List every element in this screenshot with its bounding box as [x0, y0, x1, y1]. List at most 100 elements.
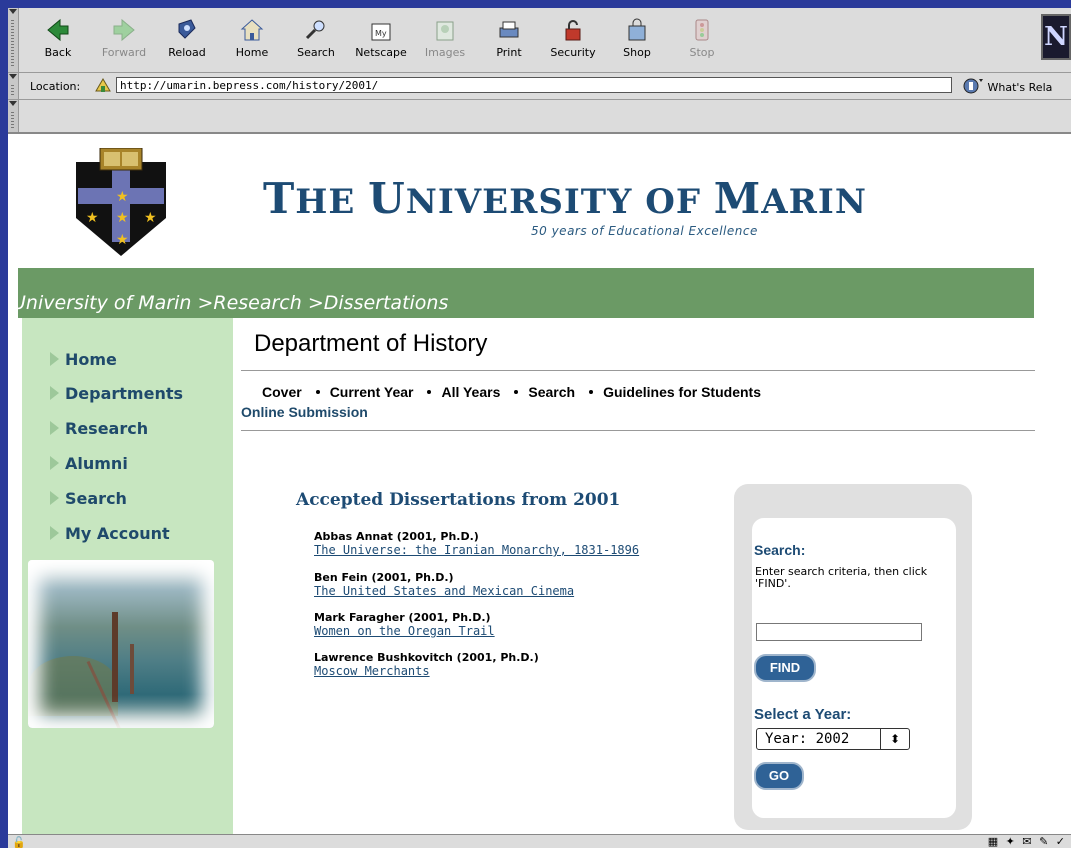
- dissertation-author: Lawrence Bushkovitch (2001, Ph.D.): [314, 651, 539, 664]
- stop-icon: [695, 19, 709, 41]
- breadcrumb-dissertations[interactable]: >Dissertations: [308, 292, 449, 314]
- divider: [241, 370, 1035, 371]
- navigation-toolbar: Back Forward Reload Home Search My Netsc…: [8, 8, 1071, 73]
- netscape-icon: My: [371, 23, 391, 41]
- whats-related-button[interactable]: What's Rela: [962, 77, 1052, 95]
- browser-window: Back Forward Reload Home Search My Netsc…: [8, 8, 1071, 848]
- dissertation-author: Abbas Annat (2001, Ph.D.): [314, 530, 479, 543]
- sidebar-item-label: Alumni: [65, 454, 128, 473]
- images-button[interactable]: Images: [422, 16, 468, 68]
- breadcrumb: University of Marin >Research >Dissertat…: [12, 292, 448, 314]
- sidebar-item-alumni[interactable]: Alumni: [50, 454, 128, 473]
- up-down-stepper-icon: ⬍: [880, 729, 909, 749]
- svg-text:★: ★: [116, 189, 129, 205]
- sidebar-item-search[interactable]: Search: [50, 489, 127, 508]
- print-button[interactable]: Print: [490, 16, 528, 68]
- reload-icon: [178, 19, 196, 39]
- search-input[interactable]: [756, 623, 922, 641]
- sidebar-item-label: Research: [65, 419, 149, 438]
- list-item: Lawrence Bushkovitch (2001, Ph.D.) Mosco…: [314, 651, 539, 678]
- list-item: Ben Fein (2001, Ph.D.) The United States…: [314, 571, 574, 598]
- location-label-text: Location:: [30, 80, 81, 93]
- tab-online-submission[interactable]: Online Submission: [241, 404, 368, 420]
- shop-button[interactable]: Shop: [618, 16, 656, 68]
- title-initial-m: M: [713, 174, 762, 223]
- url-input[interactable]: http://umarin.bepress.com/history/2001/: [116, 77, 952, 93]
- forward-arrow-icon: [113, 18, 135, 42]
- shopping-bag-icon: [628, 18, 646, 41]
- svg-text:★: ★: [86, 210, 99, 226]
- title-part-arin: ARIN: [761, 182, 867, 222]
- tagline: 50 years of Educational Excellence: [531, 224, 758, 238]
- stop-label: Stop: [689, 46, 715, 59]
- triangle-arrow-icon: [50, 421, 59, 435]
- dissertation-title-link[interactable]: The United States and Mexican Cinema: [314, 584, 574, 598]
- location-bar: Location: http://umarin.bepress.com/hist…: [8, 73, 1071, 100]
- sidebar-item-label: My Account: [65, 524, 170, 543]
- security-button[interactable]: Security: [544, 16, 602, 68]
- year-select-value: Year: 2002: [765, 731, 850, 747]
- status-bar: 🔓 ▦ ✦ ✉ ✎ ✓: [8, 834, 1071, 848]
- shop-label: Shop: [623, 46, 651, 59]
- location-grip[interactable]: [8, 73, 19, 99]
- dissertation-author: Ben Fein (2001, Ph.D.): [314, 571, 454, 584]
- go-button[interactable]: GO: [754, 762, 804, 790]
- year-select[interactable]: Year: 2002 ⬍: [756, 728, 910, 750]
- web-page: ★ ★ ★ ★ ★ THE UNIVERSITY OF MARIN 50 yea…: [8, 134, 1071, 838]
- home-button[interactable]: Home: [232, 16, 272, 68]
- dissertation-title-link[interactable]: The Universe: the Iranian Monarchy, 1831…: [314, 543, 639, 557]
- whats-related-label: What's Rela: [987, 81, 1053, 94]
- dissertation-author: Mark Faragher (2001, Ph.D.): [314, 611, 491, 624]
- back-button[interactable]: Back: [38, 16, 78, 68]
- university-shield-logo[interactable]: ★ ★ ★ ★ ★: [76, 148, 166, 258]
- sidebar-item-research[interactable]: Research: [50, 419, 148, 438]
- breadcrumb-research[interactable]: >Research: [197, 292, 301, 314]
- home-icon: [240, 19, 264, 41]
- images-icon: [436, 21, 454, 41]
- personal-toolbar: [8, 100, 1071, 134]
- triangle-arrow-icon: [50, 386, 59, 400]
- netscape-logo[interactable]: N: [1041, 14, 1071, 60]
- tab-cover[interactable]: Cover: [262, 384, 302, 400]
- search-button[interactable]: Search: [292, 16, 340, 68]
- tab-all-years[interactable]: All Years: [441, 384, 500, 400]
- svg-text:★: ★: [116, 210, 129, 226]
- forward-button[interactable]: Forward: [96, 16, 152, 68]
- security-label: Security: [550, 46, 596, 59]
- breadcrumb-university[interactable]: University of Marin: [12, 292, 191, 314]
- dissertation-title-link[interactable]: Women on the Oregan Trail: [314, 624, 495, 638]
- tab-search[interactable]: Search: [528, 384, 575, 400]
- netscape-button[interactable]: My Netscape: [352, 16, 410, 68]
- tab-current-year[interactable]: Current Year: [330, 384, 414, 400]
- home-label: Home: [235, 46, 269, 59]
- toolbar-grip[interactable]: [8, 8, 19, 72]
- list-item: Abbas Annat (2001, Ph.D.) The Universe: …: [314, 530, 639, 557]
- title-part-he: HE: [295, 182, 369, 222]
- whats-related-icon: [963, 78, 983, 94]
- sidebar-item-label: Home: [65, 350, 117, 369]
- reload-label: Reload: [168, 46, 206, 59]
- component-bar-icons[interactable]: ▦ ✦ ✉ ✎ ✓: [988, 835, 1067, 848]
- netscape-label: Netscape: [355, 46, 407, 59]
- search-icon: [305, 20, 325, 40]
- personal-grip[interactable]: [8, 100, 19, 132]
- university-title[interactable]: THE UNIVERSITY OF MARIN: [263, 174, 867, 223]
- golden-gate-bridge-photo: [28, 560, 214, 728]
- tab-guidelines[interactable]: Guidelines for Students: [603, 384, 761, 400]
- dissertation-title-link[interactable]: Moscow Merchants: [314, 664, 539, 678]
- stop-button[interactable]: Stop: [684, 16, 720, 68]
- triangle-arrow-icon: [50, 491, 59, 505]
- triangle-arrow-icon: [50, 456, 59, 470]
- page-proxy-icon[interactable]: [94, 77, 112, 95]
- sidebar-item-my-account[interactable]: My Account: [50, 524, 170, 543]
- triangle-arrow-icon: [50, 352, 59, 366]
- bullet-separator: [514, 389, 519, 394]
- print-label: Print: [496, 46, 522, 59]
- sidebar-item-departments[interactable]: Departments: [50, 384, 183, 403]
- sidebar-item-home[interactable]: Home: [50, 350, 117, 369]
- department-tabs: Cover Current Year All Years Search Guidelin…: [262, 384, 761, 400]
- find-button[interactable]: FIND: [754, 654, 816, 682]
- security-lock-icon[interactable]: 🔓: [12, 836, 26, 848]
- reload-button[interactable]: Reload: [164, 16, 210, 68]
- list-item: Mark Faragher (2001, Ph.D.) Women on the…: [314, 611, 495, 638]
